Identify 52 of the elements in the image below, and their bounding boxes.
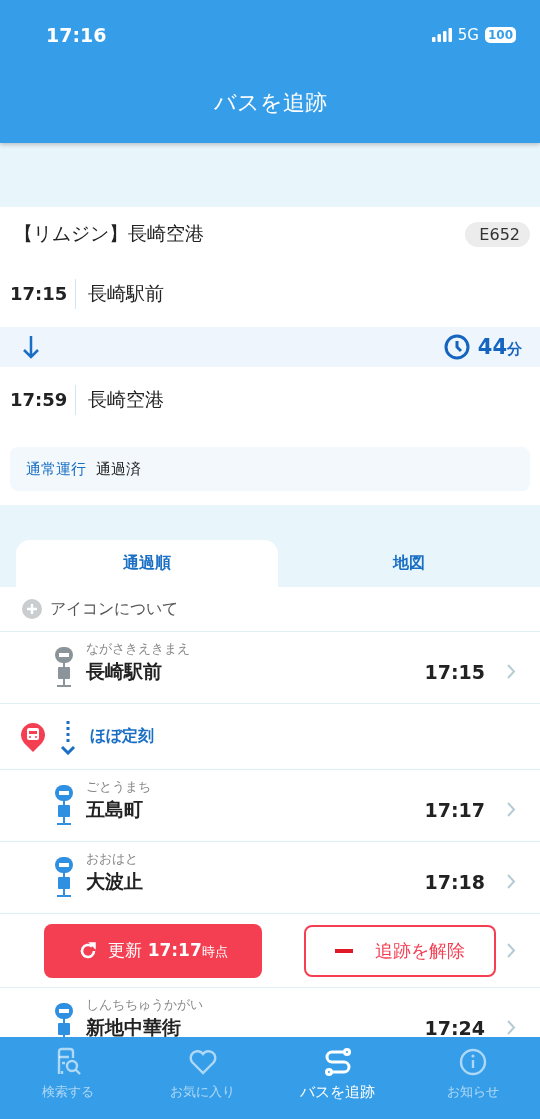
dotted-arrow-icon (60, 718, 76, 755)
tab-bar-item[interactable]: お知らせ (405, 1037, 540, 1119)
stop-time: 17:15 (424, 660, 485, 683)
route-name: 【リムジン】長崎空港 (14, 221, 204, 246)
stop-name: 長崎駅前 (86, 659, 163, 684)
stop-reading: しんちちゅうかがい (86, 996, 203, 1014)
network-label: 5G (457, 26, 479, 44)
down-arrow-icon (22, 335, 40, 359)
page-title: バスを追跡 (212, 89, 328, 117)
heart-icon (187, 1047, 218, 1077)
info-icon (457, 1047, 488, 1077)
arrival-time: 17:59 (10, 385, 77, 415)
chevron-icon (507, 664, 516, 679)
bus-status: ほぼ定刻 (90, 726, 154, 747)
duration-unit: 分 (507, 340, 522, 358)
chevron-icon (507, 802, 516, 817)
clock-icon (443, 334, 470, 360)
refresh-button[interactable]: 更新 17:17時点 (44, 923, 262, 978)
stop-time: 17:18 (424, 870, 485, 893)
chevron-icon (507, 874, 516, 889)
chevron-icon (507, 943, 516, 958)
stop-name: 大波止 (86, 869, 143, 894)
tab-bar-item[interactable]: バスを追跡 (270, 1037, 405, 1119)
chevron-icon (507, 1020, 516, 1035)
battery-level: 100 (484, 27, 516, 43)
stop-reading: おおはと (86, 850, 139, 868)
bus-marker-icon (20, 721, 46, 752)
departure-time: 17:15 (10, 279, 77, 309)
departure-stop: 長崎駅前 (87, 281, 165, 306)
minus-icon (335, 948, 353, 953)
stop-reading: ごとうまち (86, 778, 151, 796)
tab-bar-item[interactable]: 検索する (0, 1037, 135, 1119)
stop-reading: ながさきえきまえ (86, 640, 190, 658)
stop-time: 17:17 (424, 798, 485, 821)
stop-name: 新地中華街 (86, 1015, 182, 1037)
stop-time: 17:24 (424, 1016, 485, 1037)
tab-bar-item[interactable]: お気に入り (135, 1037, 270, 1119)
operation-status: 通常運行 (26, 459, 86, 479)
status-time: 17:16 (46, 24, 107, 46)
plus-icon (22, 599, 42, 619)
stop-tracking-button[interactable]: 追跡を解除 (304, 924, 496, 977)
bus-number: E652 (465, 221, 530, 247)
stop-name: 五島町 (86, 797, 144, 822)
signal-icon (431, 28, 452, 42)
view-tab[interactable]: 通過順 (16, 540, 278, 587)
arrival-stop: 長崎空港 (87, 387, 165, 412)
icon-legend-link[interactable]: アイコンについて (50, 598, 178, 620)
view-tab[interactable]: 地図 (278, 540, 540, 587)
route-icon (322, 1047, 353, 1077)
refresh-icon (78, 940, 99, 961)
progress-status: 通過済 (96, 459, 141, 479)
duration-value: 44 (477, 335, 507, 359)
